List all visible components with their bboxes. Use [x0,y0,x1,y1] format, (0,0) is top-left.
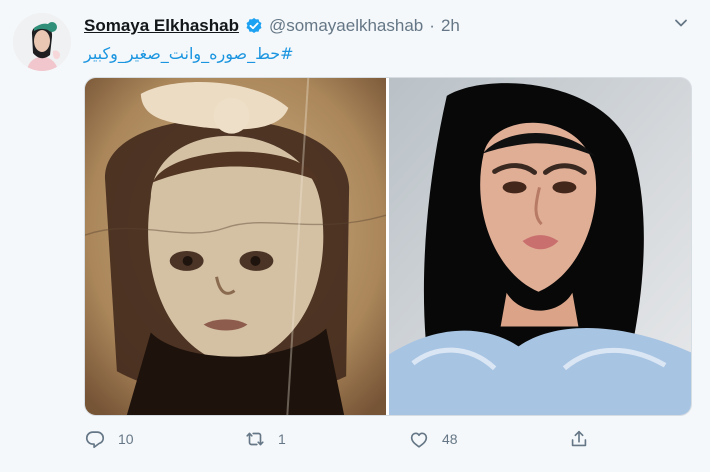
header-separator: · [429,16,435,35]
reply-button[interactable]: 10 [84,428,134,450]
like-button[interactable]: 48 [408,428,458,450]
avatar[interactable] [13,13,71,71]
retweet-button[interactable]: 1 [244,428,286,450]
user-handle[interactable]: @somayaelkhashab [269,16,423,36]
chevron-down-icon[interactable] [672,14,690,32]
reply-icon [85,431,105,449]
tweet-time[interactable]: 2h [441,16,460,36]
share-icon [571,430,587,447]
adult-photo[interactable] [389,78,691,415]
tweet-actions: 10 1 48 [84,428,604,456]
like-count: 48 [442,431,458,447]
tweet-header: Somaya Elkhashab @somayaelkhashab · 2h [84,16,460,36]
retweet-count: 1 [278,431,286,447]
reply-count: 10 [118,431,134,447]
tweet-card: Somaya Elkhashab @somayaelkhashab · 2h #… [0,0,710,472]
display-name[interactable]: Somaya Elkhashab [84,16,239,36]
share-button[interactable] [568,428,590,450]
media-grid [84,77,692,416]
retweet-icon [246,432,264,446]
childhood-photo[interactable] [85,78,386,415]
verified-badge-icon [245,17,263,35]
like-icon [410,432,428,448]
hashtag-link[interactable]: #حط_صوره_وانت_صغير_وكبير [84,44,294,63]
